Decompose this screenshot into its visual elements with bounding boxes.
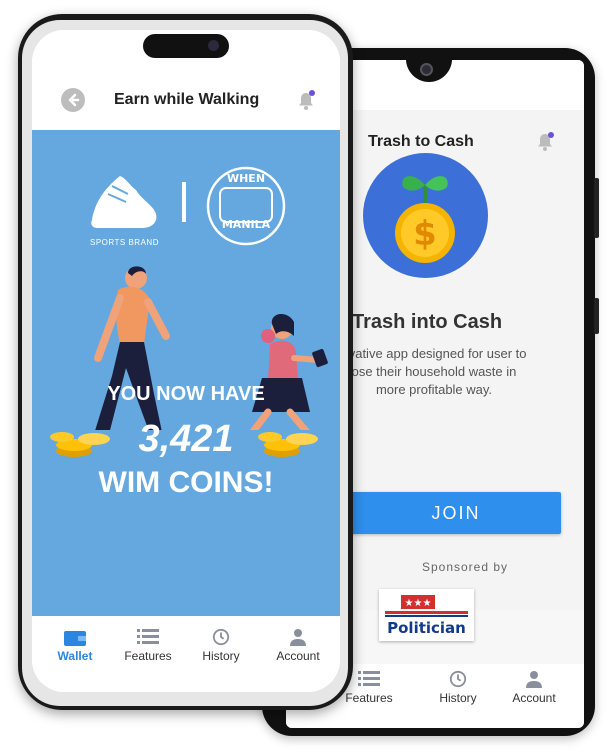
- front-bottom-nav: Wallet Features History Account: [32, 618, 340, 692]
- back-arrow-icon[interactable]: [61, 88, 85, 112]
- sponsored-label: Sponsored by: [421, 560, 509, 574]
- join-button[interactable]: JOIN: [351, 492, 561, 534]
- coins-intro-text: YOU NOW HAVE: [107, 383, 265, 405]
- svg-text:WHEN: WHEN: [227, 172, 265, 185]
- politician-logo: ★★★ Politician: [379, 589, 474, 641]
- back-nav-account[interactable]: Account: [509, 670, 559, 705]
- back-camera: [420, 63, 433, 76]
- wallet-icon: [64, 631, 86, 646]
- brand-label: SPORTS BRAND: [90, 238, 159, 247]
- history-icon: [449, 670, 467, 688]
- dollar-sprout-icon: $: [363, 153, 488, 278]
- nav-wallet[interactable]: Wallet: [50, 628, 100, 663]
- back-heading: Trash into Cash: [352, 311, 503, 333]
- power-button: [594, 298, 599, 334]
- back-nav-history[interactable]: History: [433, 670, 483, 705]
- svg-text:★★★: ★★★: [405, 598, 432, 609]
- front-page-title: Earn while Walking: [114, 91, 260, 108]
- svg-text:MANILA: MANILA: [222, 218, 271, 231]
- nav-label: Account: [276, 649, 320, 663]
- nav-features[interactable]: Features: [118, 628, 178, 663]
- hero-banner: WHEN MANILA SPORTS BRAND YOU NOW HAVE 3,…: [32, 130, 340, 616]
- nav-label: Features: [345, 691, 393, 705]
- svg-text:$: $: [413, 214, 437, 254]
- bell-icon[interactable]: [294, 88, 318, 114]
- nav-label: History: [439, 691, 477, 705]
- account-icon: [526, 671, 542, 688]
- nav-label: Wallet: [57, 649, 93, 663]
- nav-history[interactable]: History: [196, 628, 246, 663]
- nav-label: History: [202, 649, 240, 663]
- list-icon: [358, 671, 380, 686]
- nav-label: Account: [512, 691, 556, 705]
- back-page-title: Trash to Cash: [368, 133, 474, 150]
- nav-label: Features: [124, 649, 172, 663]
- account-icon: [290, 629, 306, 646]
- list-icon: [137, 629, 159, 644]
- gold-coins-icon: [50, 432, 318, 457]
- history-icon: [212, 628, 230, 646]
- volume-button: [594, 178, 599, 238]
- nav-account[interactable]: Account: [270, 628, 326, 663]
- front-camera: [208, 40, 219, 51]
- politician-logo-text: Politician: [387, 619, 466, 637]
- bell-icon[interactable]: [533, 130, 557, 154]
- front-phone-screen: Earn while Walking WHEN MANILA SPORTS BR…: [32, 30, 340, 692]
